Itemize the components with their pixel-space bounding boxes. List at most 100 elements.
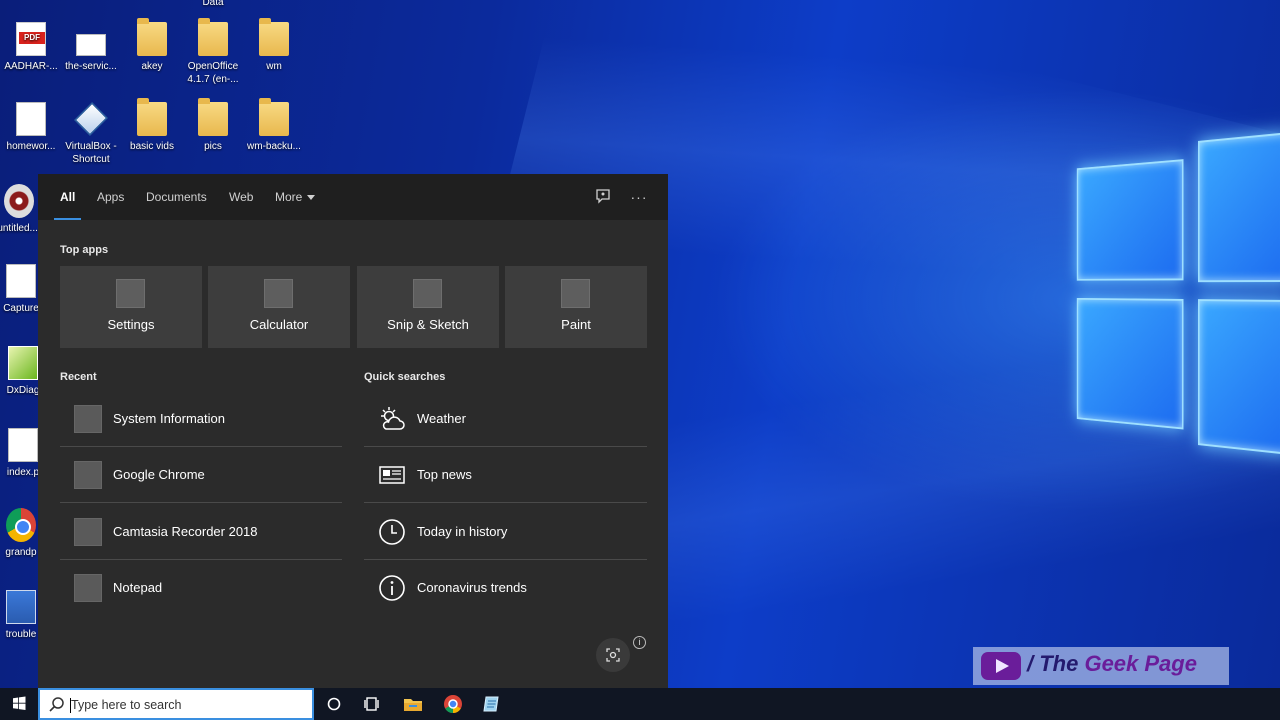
quick-searches-title: Quick searches: [364, 371, 446, 383]
tab-more[interactable]: More: [275, 174, 316, 220]
desktop-icon-data[interactable]: Data: [178, 0, 248, 9]
recent-item-label: Google Chrome: [113, 467, 205, 482]
tab-documents[interactable]: Documents: [146, 174, 207, 220]
top-app-calculator[interactable]: Calculator: [208, 266, 350, 348]
top-app-settings[interactable]: Settings: [60, 266, 202, 348]
quick-search-label: Weather: [417, 411, 466, 426]
notepad-icon: [74, 574, 102, 602]
system-information-icon: [74, 405, 102, 433]
recent-item-system-information[interactable]: System Information: [60, 391, 342, 447]
recent-item-notepad[interactable]: Notepad: [60, 560, 342, 616]
desktop-icon-akey[interactable]: akey: [117, 18, 187, 73]
search-screenshot-button[interactable]: [596, 638, 630, 672]
chrome-icon: [6, 508, 36, 542]
desktop-icon-label: pics: [204, 141, 222, 152]
recent-title: Recent: [60, 371, 97, 383]
app-label: Settings: [107, 317, 155, 332]
desktop-icon-wm[interactable]: wm: [239, 18, 309, 73]
desktop-icon-label: basic vids: [130, 141, 174, 152]
folder-icon: [137, 98, 167, 136]
top-apps-title: Top apps: [60, 244, 109, 256]
tab-web[interactable]: Web: [229, 174, 253, 220]
app-label: Calculator: [249, 317, 309, 332]
search-panel: All Apps Documents Web More ··· Top apps…: [38, 174, 668, 688]
tab-more-label: More: [275, 190, 303, 204]
desktop-icon-openoffice[interactable]: OpenOffice 4.1.7 (en-...: [178, 18, 248, 86]
taskbar-search-input[interactable]: Type here to search: [38, 688, 314, 720]
app-label: Paint: [561, 317, 591, 332]
desktop-icon-wm-backup[interactable]: wm-backu...: [239, 98, 309, 153]
tab-all[interactable]: All: [53, 174, 82, 220]
news-icon: [379, 466, 405, 484]
search-icon: [49, 697, 64, 712]
desktop-icon-label: OpenOffice 4.1.7 (en-...: [187, 61, 239, 85]
recent-item-label: Notepad: [113, 580, 163, 595]
chevron-down-icon: [307, 195, 316, 201]
desktop-icon-label: the-servic...: [65, 61, 117, 72]
start-button[interactable]: [0, 688, 38, 720]
calculator-icon: [264, 279, 293, 308]
search-tabs: All Apps Documents Web More ···: [38, 174, 668, 220]
screenshot-search-icon: [606, 648, 620, 662]
info-icon: [379, 575, 405, 601]
folder-icon: [198, 98, 228, 136]
quick-search-weather[interactable]: Weather: [364, 391, 647, 447]
weather-icon: [381, 407, 405, 430]
app-label: Snip & Sketch: [387, 317, 469, 332]
quick-search-coronavirus-trends[interactable]: Coronavirus trends: [364, 560, 647, 616]
recent-item-google-chrome[interactable]: Google Chrome: [60, 447, 342, 503]
paint-icon: [561, 279, 590, 308]
document-icon: [6, 264, 36, 298]
taskbar: Type here to search: [0, 688, 1280, 720]
feedback-icon[interactable]: [594, 188, 612, 206]
top-app-snip-sketch[interactable]: Snip & Sketch: [357, 266, 499, 348]
dxdiag-icon: [8, 346, 38, 380]
quick-search-label: Coronavirus trends: [417, 580, 527, 595]
recent-item-label: Camtasia Recorder 2018: [113, 524, 258, 539]
pdf-icon: PDF: [16, 22, 46, 56]
folder-icon: [137, 18, 167, 56]
clock-icon: [379, 519, 405, 545]
quick-search-label: Top news: [417, 467, 472, 482]
info-icon[interactable]: i: [633, 636, 646, 649]
chrome-icon: [74, 461, 102, 489]
notepad-app-icon[interactable]: [480, 692, 504, 716]
quick-search-top-news[interactable]: Top news: [364, 447, 647, 503]
desktop-icon-the-service[interactable]: the-servic...: [56, 22, 126, 73]
desktop-icon-label: wm-backu...: [247, 141, 301, 152]
desktop-icon-basic-vids[interactable]: basic vids: [117, 98, 187, 153]
windows-start-icon: [13, 696, 26, 710]
folder-icon: [259, 98, 289, 136]
desktop-icon-label: Data: [202, 0, 224, 8]
search-placeholder: Type here to search: [71, 698, 182, 712]
watermark-brand: Geek Page: [1084, 651, 1197, 676]
desktop-icon-label: akey: [141, 61, 163, 72]
quick-search-label: Today in history: [417, 524, 508, 539]
task-view-icon[interactable]: [360, 692, 384, 716]
windows-logo-wallpaper: [1063, 110, 1280, 460]
virtualbox-icon: [74, 102, 108, 136]
watermark-text: / The Geek Page: [1027, 651, 1197, 677]
desktop-icon-virtualbox[interactable]: VirtualBox - Shortcut: [56, 102, 126, 166]
watermark-logo: / The Geek Page: [973, 647, 1229, 685]
tab-apps[interactable]: Apps: [97, 174, 124, 220]
image-file-icon: [16, 102, 46, 136]
settings-icon: [116, 279, 145, 308]
cortana-icon[interactable]: [322, 692, 346, 716]
recent-item-camtasia-recorder[interactable]: Camtasia Recorder 2018: [60, 504, 342, 560]
quick-search-today-in-history[interactable]: Today in history: [364, 504, 647, 560]
file-explorer-icon[interactable]: [401, 692, 425, 716]
divider: [364, 502, 647, 503]
more-options-icon[interactable]: ···: [630, 188, 648, 206]
snip-sketch-icon: [413, 279, 442, 308]
image-file-icon: [6, 590, 36, 624]
top-app-paint[interactable]: Paint: [505, 266, 647, 348]
chrome-icon[interactable]: [441, 692, 465, 716]
recent-item-label: System Information: [113, 411, 225, 426]
folder-icon: [198, 18, 228, 56]
desktop-icon-label: VirtualBox - Shortcut: [65, 141, 117, 165]
watermark-prefix: / The: [1027, 651, 1085, 676]
folder-icon: [259, 18, 289, 56]
desktop-icon-label: wm: [266, 61, 282, 72]
desktop-icon-pics[interactable]: pics: [178, 98, 248, 153]
